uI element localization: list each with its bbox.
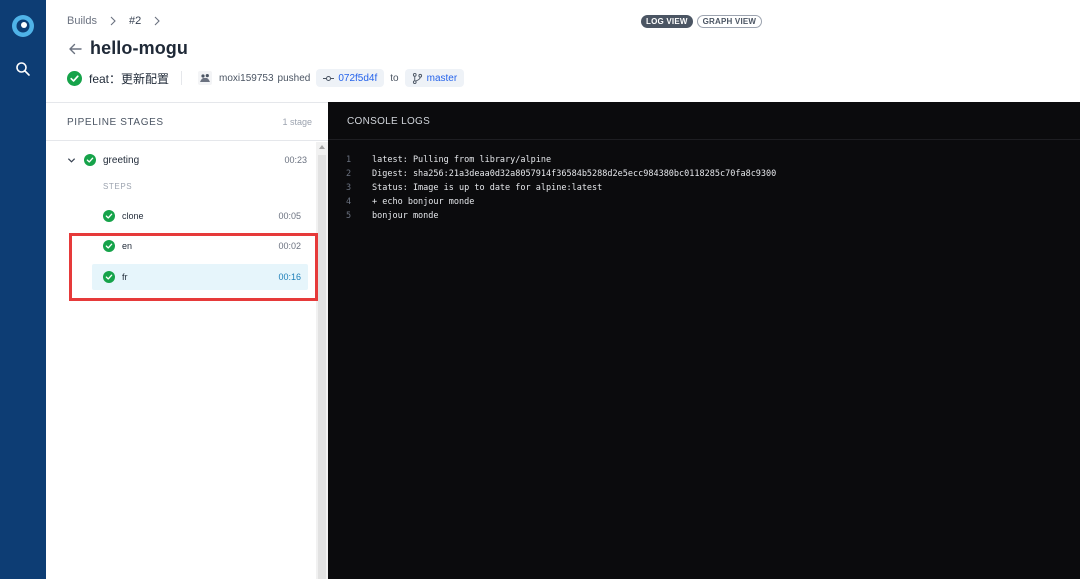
search-icon[interactable] [15,61,31,77]
commit-author[interactable]: moxi159753 [219,73,273,84]
step-duration: 00:05 [278,211,301,221]
log-text: Status: Image is up to date for alpine:l… [372,183,603,193]
console-logs-panel: CONSOLE LOGS 1 latest: Pulling from libr… [328,102,1080,579]
chevron-down-icon[interactable] [67,156,76,165]
success-check-icon [67,70,82,86]
success-check-icon [103,210,115,222]
scroll-up-arrow-icon[interactable] [319,145,325,149]
log-line: 2 Digest: sha256:21a3deaa0d32a8057914f36… [328,167,776,181]
scrollbar-thumb[interactable] [318,155,326,579]
breadcrumb-build-number[interactable]: #2 [129,15,141,27]
step-duration: 00:02 [278,241,301,251]
log-line: 4 + echo bonjour monde [328,195,776,209]
success-check-icon [103,271,115,283]
console-header: CONSOLE LOGS [328,102,1080,140]
graph-view-button[interactable]: GRAPH VIEW [696,15,763,28]
back-arrow-icon[interactable] [67,41,83,57]
step-fr[interactable]: fr 00:16 [92,264,308,290]
commit-action: pushed [277,72,311,84]
view-toggle: LOG VIEW GRAPH VIEW [641,15,763,28]
step-clone[interactable]: clone 00:05 [92,203,308,229]
log-lines: 1 latest: Pulling from library/alpine 2 … [328,153,776,223]
steps-label: STEPS [103,182,133,191]
user-avatar [198,71,213,85]
step-name: clone [122,211,144,221]
line-number[interactable]: 2 [328,169,372,179]
breadcrumb: Builds #2 [67,15,173,27]
stage-count: 1 stage [282,117,312,127]
pipeline-stages-header: PIPELINE STAGES 1 stage [46,103,328,141]
line-number[interactable]: 3 [328,183,372,193]
log-text: latest: Pulling from library/alpine [372,155,552,165]
git-branch-icon [412,72,422,84]
line-number[interactable]: 5 [328,211,372,221]
commit-sha-pill[interactable]: 072f5d4f [316,69,385,87]
branch-pill[interactable]: master [404,69,465,87]
success-check-icon [84,154,96,166]
log-view-button[interactable]: LOG VIEW [641,15,693,28]
to-label: to [390,72,399,84]
chevron-right-icon [110,16,116,26]
log-text: Digest: sha256:21a3deaa0d32a8057914f3658… [372,169,777,179]
log-line: 5 bonjour monde [328,209,776,223]
pipeline-stages-panel: PIPELINE STAGES 1 stage greeting 00:23 S… [46,102,328,579]
stage-greeting[interactable]: greeting 00:23 [67,152,307,168]
commit-message: feat：更新配置 [89,71,170,86]
step-name: en [122,241,133,251]
page-title: hello-mogu [90,38,188,58]
pipeline-stages-heading: PIPELINE STAGES [67,117,164,128]
stage-duration: 00:23 [284,155,307,165]
chevron-right-icon [154,16,160,26]
title-row: hello-mogu [67,38,188,59]
page-header: Builds #2 LOG VIEW GRAPH VIEW hello-mogu… [46,0,1080,102]
success-check-icon [103,240,115,252]
drone-logo-icon[interactable] [11,14,35,38]
nav-rail [0,0,46,579]
branch-name: master [426,72,458,84]
log-text: bonjour monde [372,211,439,221]
log-line: 3 Status: Image is up to date for alpine… [328,181,776,195]
line-number[interactable]: 4 [328,197,372,207]
step-name: fr [122,272,128,282]
console-heading: CONSOLE LOGS [347,116,431,127]
stage-name: greeting [103,154,140,166]
log-line: 1 latest: Pulling from library/alpine [328,153,776,167]
line-number[interactable]: 1 [328,155,372,165]
breadcrumb-builds-link[interactable]: Builds [67,15,97,27]
step-en[interactable]: en 00:02 [92,233,308,259]
step-duration: 00:16 [278,272,301,282]
log-text: + echo bonjour monde [372,197,475,207]
commit-meta: feat：更新配置 moxi159753 pushed 072f5d4f to [67,68,465,88]
commit-sha: 072f5d4f [338,72,378,84]
commit-icon [323,75,335,81]
divider [181,71,183,85]
